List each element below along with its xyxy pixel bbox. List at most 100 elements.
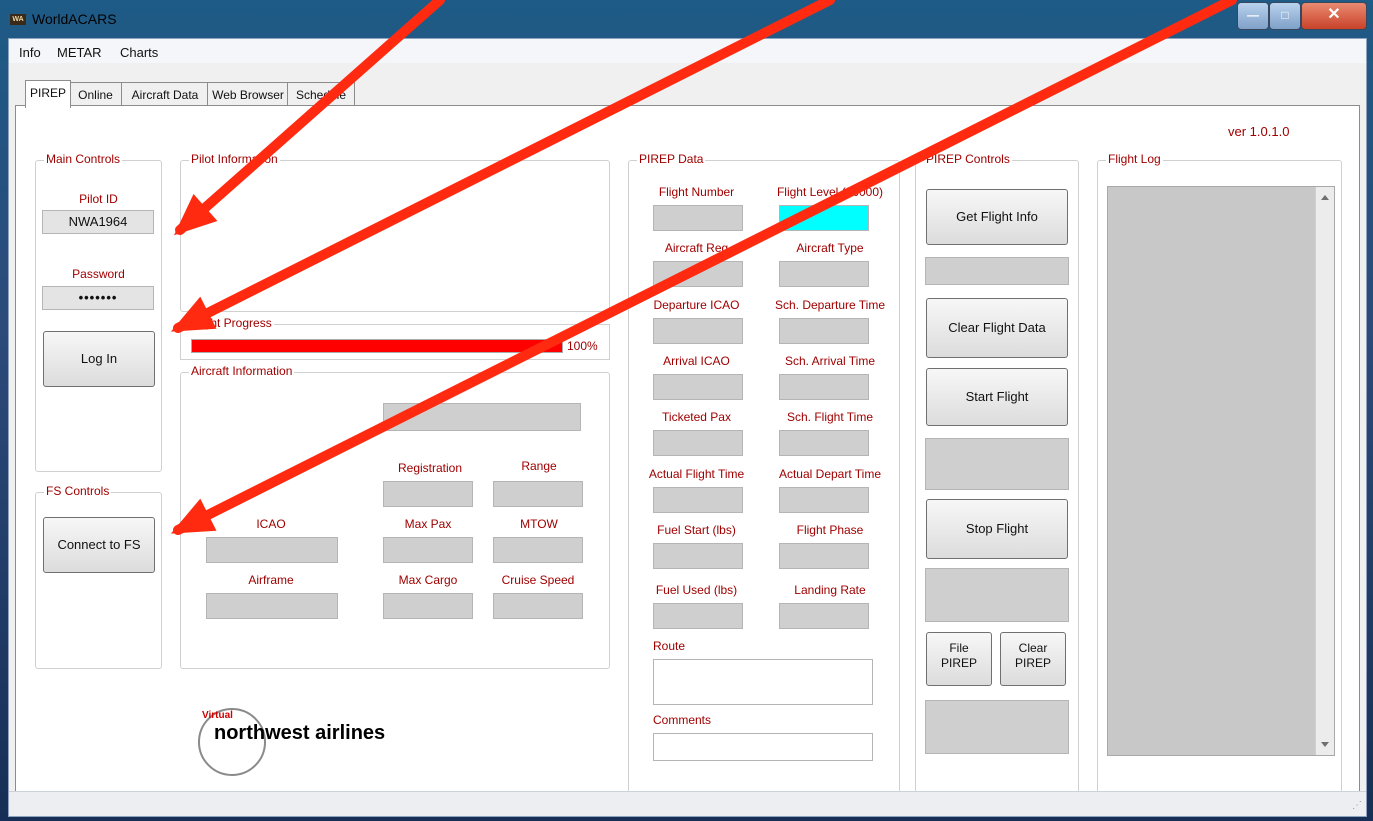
landing-rate-field[interactable]	[779, 603, 869, 629]
get-flight-info-button[interactable]: Get Flight Info	[926, 189, 1068, 245]
landing-rate-label: Landing Rate	[794, 583, 866, 597]
tab-web-browser[interactable]: Web Browser	[207, 82, 289, 107]
actual-depart-time-label: Actual Depart Time	[778, 467, 882, 481]
scroll-up-icon[interactable]	[1321, 195, 1329, 200]
version-label: ver 1.0.1.0	[1228, 124, 1290, 139]
close-button[interactable]: ✕	[1301, 2, 1367, 30]
file-pirep-button[interactable]: File PIREP	[926, 632, 992, 686]
menu-bar: Info METAR Charts	[9, 39, 1366, 63]
flight-progress-title: Flight Progress	[189, 316, 274, 330]
ticketed-pax-label: Ticketed Pax	[662, 410, 731, 424]
tab-online[interactable]: Online	[68, 82, 123, 107]
aircraft-name-field	[383, 403, 581, 431]
route-label: Route	[653, 639, 686, 653]
flight-level-field[interactable]	[779, 205, 869, 231]
mtow-field	[493, 537, 583, 563]
flight-level-label: Flight Level (30000)	[776, 185, 884, 199]
fuel-start-field[interactable]	[653, 543, 743, 569]
status-bar: ⋰	[9, 791, 1366, 816]
flight-progress-fill	[192, 340, 562, 352]
menu-item-info[interactable]: Info	[19, 45, 41, 60]
sch-flight-time-field[interactable]	[779, 430, 869, 456]
logo-text: northwest airlines	[214, 722, 386, 744]
tab-aircraft-data[interactable]: Aircraft Data	[121, 82, 209, 107]
pirep-tab-page: ver 1.0.1.0 Main Controls Pilot ID NWA19…	[15, 105, 1360, 811]
comments-input[interactable]	[653, 733, 873, 761]
app-icon: WA	[10, 14, 26, 25]
departure-icao-label: Departure ICAO	[653, 298, 740, 312]
airframe-field	[206, 593, 338, 619]
flight-phase-field[interactable]	[779, 543, 869, 569]
resize-grip-icon[interactable]: ⋰	[1352, 800, 1362, 811]
file-pirep-status-field	[925, 700, 1069, 754]
clear-pirep-label-2: PIREP	[1014, 656, 1051, 670]
route-input[interactable]	[653, 659, 873, 705]
aircraft-reg-field[interactable]	[653, 261, 743, 287]
tab-schedule[interactable]: Schedule	[287, 82, 355, 107]
flight-info-status-field	[925, 257, 1069, 285]
stop-flight-button[interactable]: Stop Flight	[926, 499, 1068, 559]
clear-flight-data-button[interactable]: Clear Flight Data	[926, 298, 1068, 358]
registration-field	[383, 481, 473, 507]
range-field	[493, 481, 583, 507]
menu-item-charts[interactable]: Charts	[120, 45, 158, 60]
flight-progress-percent: 100%	[567, 339, 598, 353]
registration-label: Registration	[397, 461, 463, 475]
flight-log-scrollbar[interactable]	[1315, 187, 1334, 755]
arrival-icao-label: Arrival ICAO	[663, 354, 730, 368]
northwest-logo: Virtual northwest airlines	[194, 706, 404, 776]
fuel-start-label: Fuel Start (lbs)	[657, 523, 736, 537]
aircraft-type-field[interactable]	[779, 261, 869, 287]
password-label: Password	[72, 267, 125, 281]
flight-log-group: Flight Log	[1097, 152, 1342, 811]
tab-pirep[interactable]: PIREP	[25, 80, 71, 108]
actual-flight-time-label: Actual Flight Time	[648, 467, 745, 481]
connect-to-fs-button[interactable]: Connect to FS	[43, 517, 155, 573]
flight-phase-label: Flight Phase	[796, 523, 864, 537]
max-pax-field	[383, 537, 473, 563]
pirep-controls-group: PIREP Controls Get Flight Info Clear Fli…	[915, 152, 1079, 811]
flight-log-textbox[interactable]	[1107, 186, 1335, 756]
pilot-id-field[interactable]: NWA1964	[42, 210, 154, 234]
file-pirep-label-2: PIREP	[940, 656, 977, 670]
departure-icao-field[interactable]	[653, 318, 743, 344]
max-cargo-field	[383, 593, 473, 619]
ticketed-pax-field[interactable]	[653, 430, 743, 456]
logo-virtual-text: Virtual	[202, 710, 233, 721]
window-title: WorldACARS	[32, 11, 117, 27]
fuel-used-field[interactable]	[653, 603, 743, 629]
flight-number-field[interactable]	[653, 205, 743, 231]
title-bar[interactable]: WA WorldACARS — □ ✕	[0, 0, 1373, 38]
main-controls-title: Main Controls	[44, 152, 123, 166]
actual-flight-time-field[interactable]	[653, 487, 743, 513]
login-button[interactable]: Log In	[43, 331, 155, 387]
airframe-label: Airframe	[248, 573, 294, 587]
icao-field	[206, 537, 338, 563]
aircraft-information-title: Aircraft Information	[189, 364, 295, 378]
start-flight-button[interactable]: Start Flight	[926, 368, 1068, 426]
fs-controls-title: FS Controls	[44, 484, 112, 498]
pirep-controls-title: PIREP Controls	[924, 152, 1012, 166]
menu-item-metar[interactable]: METAR	[57, 45, 102, 60]
flight-number-label: Flight Number	[658, 185, 735, 199]
pilot-id-label: Pilot ID	[79, 192, 118, 206]
range-label: Range	[521, 459, 557, 473]
minimize-button[interactable]: —	[1237, 2, 1269, 30]
pirep-data-title: PIREP Data	[637, 152, 706, 166]
arrival-icao-field[interactable]	[653, 374, 743, 400]
scroll-down-icon[interactable]	[1321, 742, 1329, 747]
maximize-button[interactable]: □	[1269, 2, 1301, 30]
mtow-label: MTOW	[520, 517, 558, 531]
flight-progress-bar	[191, 339, 563, 353]
main-controls-group: Main Controls Pilot ID NWA1964 Password …	[35, 152, 162, 472]
actual-depart-time-field[interactable]	[779, 487, 869, 513]
pilot-information-title: Pilot Information	[189, 152, 280, 166]
clear-pirep-button[interactable]: Clear PIREP	[1000, 632, 1066, 686]
sch-arrival-time-field[interactable]	[779, 374, 869, 400]
password-field[interactable]: •••••••	[42, 286, 154, 310]
aircraft-reg-label: Aircraft Reg	[664, 241, 729, 255]
fs-controls-group: FS Controls Connect to FS	[35, 484, 162, 669]
sch-departure-time-field[interactable]	[779, 318, 869, 344]
start-flight-status-field	[925, 438, 1069, 490]
stop-flight-status-field	[925, 568, 1069, 622]
